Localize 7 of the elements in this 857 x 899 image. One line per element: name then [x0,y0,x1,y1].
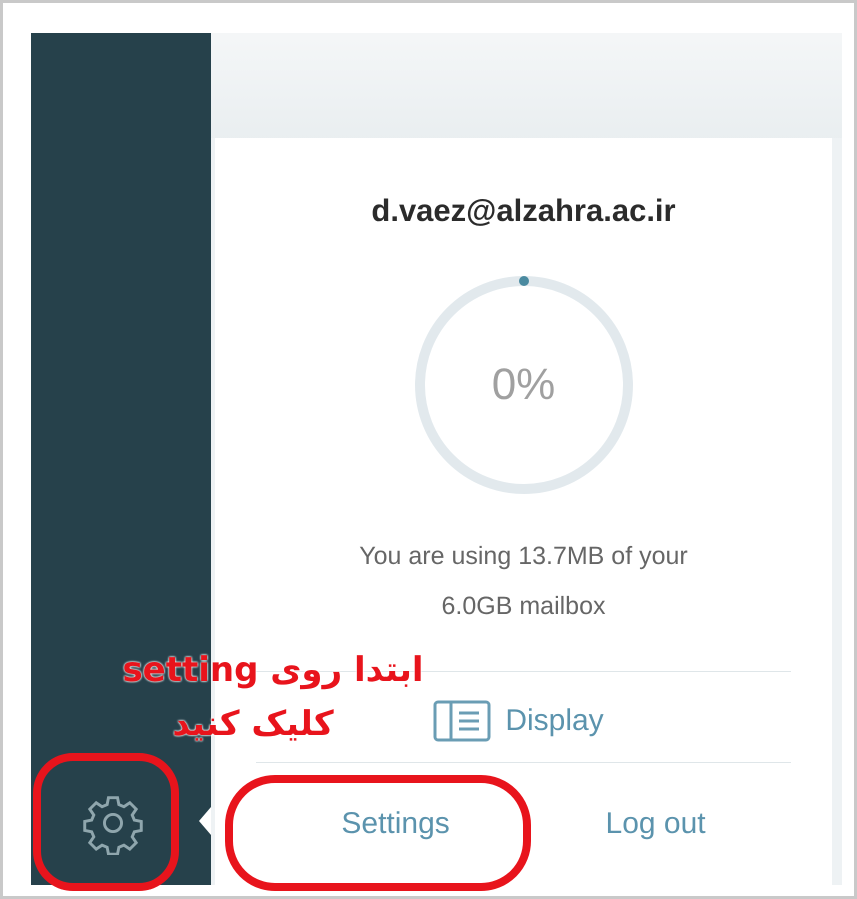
logout-link[interactable]: Log out [596,803,716,845]
display-link[interactable]: Display [433,700,614,742]
account-email: d.vaez@alzahra.ac.ir [371,193,676,229]
quota-usage-text: You are using 13.7MB of your 6.0GB mailbox [358,541,689,622]
settings-link[interactable]: Settings [331,803,460,845]
quota-percent: 0% [492,360,556,410]
panel-icon [433,700,492,742]
